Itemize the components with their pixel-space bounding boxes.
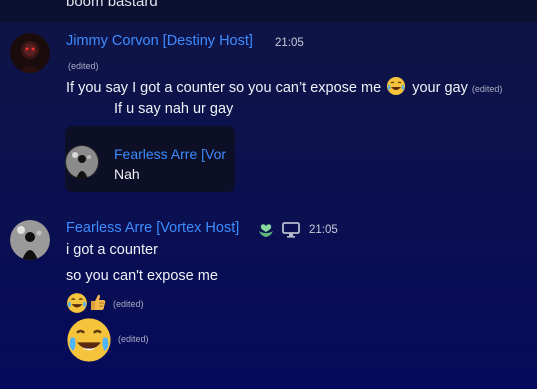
message-line-2: so you can't expose me	[66, 268, 218, 284]
embed-card[interactable]: Fearless Arre [Vor Nah	[65, 126, 235, 192]
message-timestamp: 21:05	[275, 37, 304, 49]
message-line-1: i got a counter	[66, 242, 158, 258]
message-timestamp: 21:05	[309, 224, 338, 236]
author-name[interactable]: Fearless Arre [Vortex Host]	[66, 220, 239, 236]
big-joy-emoji-icon	[65, 316, 113, 369]
message-text: If you say I got a counter so you can’t …	[66, 80, 382, 96]
avatar-fearless[interactable]	[10, 220, 50, 260]
embed-text: Nah	[114, 166, 140, 182]
previous-message-text: boom bastard	[66, 0, 158, 10]
joy-emoji-icon	[386, 76, 406, 96]
author-name[interactable]: Jimmy Corvon [Destiny Host]	[66, 33, 253, 49]
thumbs-up-emoji-icon	[88, 292, 108, 317]
edited-label: (edited)	[471, 84, 503, 94]
desktop-icon[interactable]	[282, 222, 300, 243]
embed-author[interactable]: Fearless Arre [Vor	[114, 146, 226, 162]
message-line: If you say I got a counter so you can’t …	[66, 76, 502, 96]
embed-avatar	[65, 145, 99, 179]
message-text: your gay	[412, 80, 468, 96]
edited-label: (edited)	[68, 61, 99, 71]
edited-label: (edited)	[118, 334, 149, 344]
embed-quoted-text: If u say nah ur gay	[114, 101, 234, 117]
avatar-jimmy[interactable]	[10, 33, 50, 73]
edited-label: (edited)	[113, 299, 144, 309]
heart-hands-icon[interactable]	[257, 221, 275, 244]
joy-emoji-icon	[66, 292, 88, 319]
